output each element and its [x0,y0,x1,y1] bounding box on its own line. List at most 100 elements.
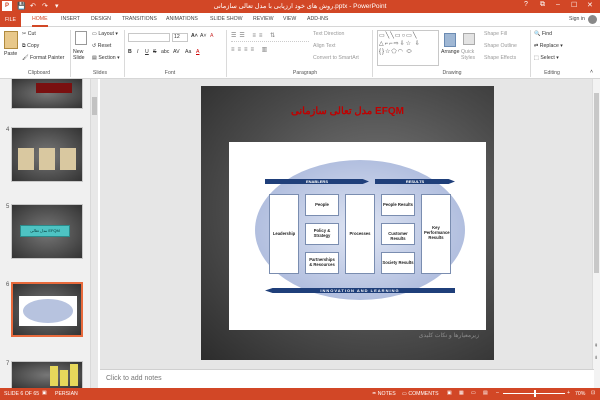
clear-formatting-icon[interactable]: A [210,33,213,39]
collapse-ribbon-icon[interactable]: ˄ [590,69,593,75]
tab-transitions[interactable]: TRANSITIONS [122,16,157,22]
proofing-icon[interactable]: ▣ [42,390,47,396]
maximize-button[interactable]: ☐ [571,1,577,9]
tab-add-ins[interactable]: ADD-INS [307,16,328,22]
leadership-box: Leadership [269,194,299,274]
close-button[interactable]: ✕ [587,1,593,9]
language-indicator[interactable]: PERSIAN [55,391,78,397]
strikethrough-button[interactable]: S [153,49,156,55]
new-slide-icon[interactable] [75,31,87,45]
text-shadow-button[interactable]: abc [161,49,169,55]
thumbnail-title: مدل تعالی EFQM [20,225,70,237]
current-slide[interactable]: مدل تعالی سازمانی EFQM ENABLERS RESULTS … [201,86,494,360]
tab-home[interactable]: HOME [32,16,48,27]
convert-smartart-button[interactable]: Convert to SmartArt [313,55,359,61]
normal-view-icon[interactable]: ▣ [447,390,452,396]
efqm-model-image: ENABLERS RESULTS Leadership People Polic… [229,142,486,330]
sign-in-link[interactable]: Sign in [569,16,585,22]
quick-styles-button[interactable]: Quick Styles [461,49,479,61]
layout-button[interactable]: ▭ Layout ▾ [92,31,118,37]
find-button[interactable]: 🔍 Find [534,31,552,37]
editing-group-label: Editing [544,70,560,76]
tab-review[interactable]: REVIEW [253,16,273,22]
alignment-buttons[interactable]: ≡≡≡≡ ▥ [231,46,309,56]
canvas-scrollbar[interactable]: ⇞ ⇟ [592,79,600,388]
zoom-level[interactable]: 70% [575,391,585,397]
section-button[interactable]: ▤ Section ▾ [92,55,120,61]
window-title: روش های خود ارزیابی با مدل تعالی سازمانی… [213,3,387,10]
slide-show-icon[interactable]: ▤ [483,390,488,396]
slide-thumbnail-7[interactable] [11,361,83,388]
font-name-select[interactable] [128,33,170,42]
paste-button[interactable]: Paste [4,51,17,57]
copy-label: Copy [27,43,40,49]
tab-view[interactable]: VIEW [283,16,296,22]
account-avatar[interactable] [588,15,597,24]
text-direction-button[interactable]: Text Direction [313,31,344,37]
italic-button[interactable]: I [137,49,138,55]
slide-thumbnail-4[interactable] [11,127,83,182]
cut-label: Cut [27,31,36,37]
clipboard-group-label: Clipboard [27,70,51,76]
notes-placeholder[interactable]: Click to add notes [106,375,162,382]
font-size-select[interactable]: 12 [172,33,188,42]
arrange-button[interactable]: Arrange [441,49,459,55]
quick-styles-icon[interactable] [463,33,475,45]
slide-thumbnail-5[interactable]: مدل تعالی EFQM [11,204,83,259]
slide-sorter-icon[interactable]: ▦ [459,390,464,396]
list-buttons[interactable]: ☰☰ ≡≡ ⇅ [231,32,309,42]
shape-outline-button[interactable]: Shape Outline [484,43,517,49]
zoom-slider-thumb[interactable] [534,390,536,397]
section-label: Section [98,55,116,61]
format-painter-button[interactable]: 🖌 Format Painter [22,55,64,61]
grow-font-icon[interactable]: A˄ [191,33,198,39]
tab-file[interactable]: FILE [0,13,21,27]
previous-slide-icon[interactable]: ⇞ [594,343,598,349]
cut-button[interactable]: ✂ Cut [22,31,36,37]
processes-label: Processes [349,231,371,236]
reading-view-icon[interactable]: ▭ [471,390,476,396]
fit-slide-icon[interactable]: ⊡ [591,390,595,396]
slides-pane-scrollbar[interactable] [90,79,98,388]
zoom-out-icon[interactable]: – [496,390,499,396]
change-case-button[interactable]: Aa [185,49,191,55]
notes-pane[interactable]: Click to add notes [100,369,594,388]
slide-thumbnail-3[interactable] [11,79,83,109]
font-color-button[interactable]: A [196,49,199,55]
tab-animations[interactable]: ANIMATIONS [166,16,198,22]
shape-fill-button[interactable]: Shape Fill [484,31,507,37]
underline-button[interactable]: U [145,49,149,55]
tab-slide-show[interactable]: SLIDE SHOW [210,16,243,22]
reset-button[interactable]: ↺ Reset [92,43,111,49]
ribbon-display-icon[interactable]: ⧉ [540,1,545,9]
minimize-button[interactable]: – [556,1,560,8]
arrange-icon[interactable] [444,33,456,47]
slide-thumbnail-6[interactable] [11,282,83,337]
shape-effects-button[interactable]: Shape Effects [484,55,516,61]
align-text-button[interactable]: Align Text [313,43,335,49]
next-slide-icon[interactable]: ⇟ [594,355,598,361]
bold-button[interactable]: B [128,49,132,55]
find-label: Find [541,31,552,37]
help-icon[interactable]: ? [524,1,528,8]
slide-number: 5 [6,204,10,210]
paragraph-group-label: Paragraph [292,70,318,76]
paste-icon[interactable] [4,31,18,49]
notes-button[interactable]: ≐ NOTES [372,391,396,397]
shapes-gallery[interactable]: ▭╲╲▭○▭╲ △⌐⌐⇨⇩☆ ⇩ {}☆⬠◠ ⬭ [377,30,439,66]
tab-design[interactable]: DESIGN [91,16,111,22]
character-spacing-button[interactable]: AV [173,49,180,55]
processes-box: Processes [345,194,375,274]
shrink-font-icon[interactable]: A˅ [200,33,207,39]
scroll-thumb[interactable] [594,93,599,273]
notes-label: NOTES [377,391,396,397]
replace-button[interactable]: ⇄ Replace ▾ [534,43,563,49]
comments-button[interactable]: ▭ COMMENTS [402,391,439,397]
select-button[interactable]: ⬚ Select ▾ [534,55,559,61]
slide-number: 4 [6,127,10,133]
tab-insert[interactable]: INSERT [61,16,80,22]
new-slide-button[interactable]: New Slide [73,49,93,61]
copy-button[interactable]: ⧉ Copy [22,43,39,50]
reset-label: Reset [97,43,112,49]
zoom-in-icon[interactable]: + [567,390,570,396]
